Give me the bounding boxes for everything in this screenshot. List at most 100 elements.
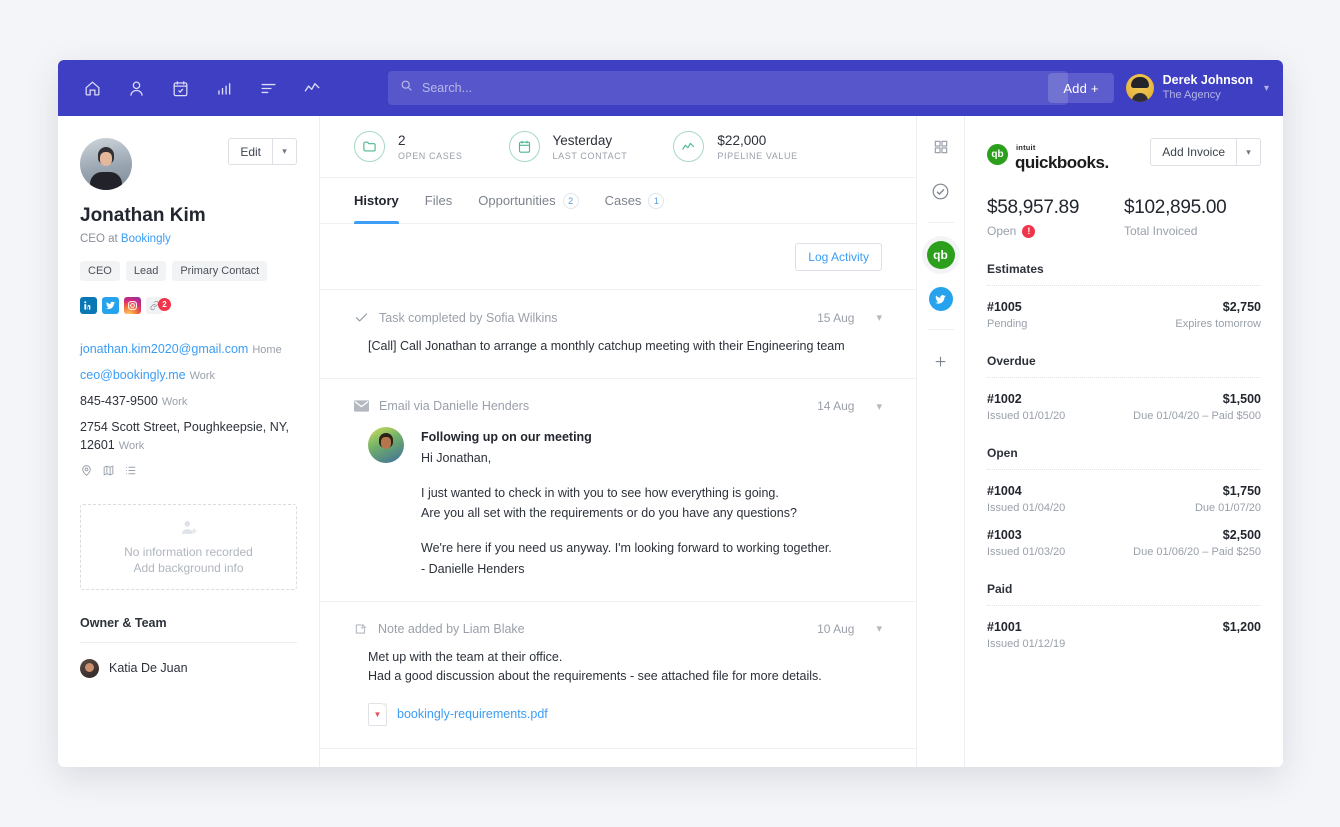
invoice-right: $1,750 Due 01/07/20 [1195, 484, 1261, 514]
invoice-amount: $1,750 [1222, 484, 1261, 498]
map-pin-icon[interactable] [80, 464, 93, 482]
attachment-row[interactable]: ▼ bookingly-requirements.pdf [354, 702, 882, 726]
plus-icon[interactable] [928, 348, 954, 374]
invoice-sub: Issued 01/04/20 [987, 502, 1066, 514]
open-amount: $58,957.89 [987, 197, 1080, 218]
link-icon[interactable]: 2 [146, 297, 171, 314]
crm-window: Add + Derek Johnson The Agency ▾ Edit ▾ [58, 60, 1283, 767]
section-divider [987, 469, 1261, 470]
person-icon[interactable] [120, 72, 152, 104]
linkedin-icon[interactable] [80, 297, 97, 314]
contact-details: jonathan.kim2020@gmail.com Home ceo@booki… [80, 340, 297, 482]
invoice-right: $1,500 Due 01/04/20 – Paid $500 [1133, 392, 1261, 422]
quickbooks-panel: qb intuit quickbooks. Add Invoice ▾ $58,… [965, 116, 1283, 767]
stat-open-cases-value: 2 [398, 132, 406, 148]
section-divider [987, 605, 1261, 606]
address-line-1: 2754 Scott Street, Poughkeepsie, NY, [80, 419, 289, 434]
entry-header: Note added by Liam Blake 10 Aug ▾ [354, 622, 882, 636]
attachment-name[interactable]: bookingly-requirements.pdf [397, 707, 548, 721]
owner-team-title: Owner & Team [80, 615, 167, 630]
timeline-entry-task: Task completed by Sofia Wilkins 15 Aug ▾… [320, 290, 916, 380]
tab-history[interactable]: History [354, 178, 399, 224]
invoice-row[interactable]: #1002 Issued 01/01/20 $1,500 Due 01/04/2… [987, 392, 1261, 422]
chevron-down-icon[interactable]: ▾ [1264, 83, 1269, 94]
empty-state-line-2[interactable]: Add background info [133, 561, 243, 575]
email-work-link[interactable]: ceo@bookingly.me [80, 368, 186, 382]
integration-rail: qb [917, 116, 965, 767]
phone-value[interactable]: 845-437-9500 [80, 394, 158, 408]
email-greeting: Hi Jonathan, [421, 450, 492, 465]
invoice-id: #1001 [987, 620, 1022, 634]
invoice-row[interactable]: #1003 Issued 01/03/20 $2,500 Due 01/06/2… [987, 528, 1261, 558]
quickbooks-totals: $58,957.89 Open ! $102,895.00 Total Invo… [987, 197, 1261, 238]
invoiced-total: $102,895.00 Total Invoiced [1124, 197, 1261, 238]
twitter-icon[interactable] [102, 297, 119, 314]
bar-chart-icon[interactable] [208, 72, 240, 104]
timeline-entry-email: Email via Danielle Henders 14 Aug ▾ Foll… [320, 379, 916, 602]
timeline-entry-call: Call by Danielle Henders 8 Aug ▾ [320, 749, 916, 767]
note-line-2: Had a good discussion about the requirem… [368, 669, 822, 684]
quickbooks-header: qb intuit quickbooks. Add Invoice ▾ [987, 138, 1261, 171]
background-info-empty-state[interactable]: No information recorded Add background i… [80, 503, 297, 590]
add-invoice-button[interactable]: Add Invoice [1150, 138, 1236, 166]
role-prefix: CEO at [80, 233, 121, 245]
twitter-icon[interactable] [928, 287, 953, 311]
tab-files[interactable]: Files [425, 178, 452, 224]
chevron-down-icon[interactable]: ▾ [876, 622, 882, 635]
contact-phone: 845-437-9500 Work [80, 392, 297, 411]
entry-date: 10 Aug [817, 621, 855, 636]
invoice-row[interactable]: #1004 Issued 01/04/20 $1,750 Due 01/07/2… [987, 484, 1261, 514]
owner-row[interactable]: Katia De Juan [80, 658, 297, 678]
sender-avatar [368, 427, 404, 464]
invoice-sub: Issued 01/12/19 [987, 638, 1066, 650]
stats-bar: 2 OPEN CASES Yesterday LAST CONTACT $22,… [320, 116, 916, 178]
user-name: Derek Johnson [1162, 73, 1253, 88]
email-home-link[interactable]: jonathan.kim2020@gmail.com [80, 342, 248, 356]
list-icon[interactable] [252, 72, 284, 104]
instagram-icon[interactable] [124, 297, 141, 314]
trend-icon[interactable] [296, 72, 328, 104]
stat-pipeline-value-value: $22,000 [717, 132, 767, 148]
search-input[interactable] [422, 81, 1056, 95]
nav-right-group: Add + Derek Johnson The Agency ▾ [1048, 73, 1269, 103]
tab-opportunities[interactable]: Opportunities 2 [478, 178, 579, 224]
map-icon[interactable] [102, 464, 115, 482]
invoice-amount: $1,200 [1222, 620, 1261, 634]
edit-chevron-down-icon[interactable]: ▾ [272, 138, 297, 165]
add-invoice-chevron-down-icon[interactable]: ▾ [1236, 138, 1261, 166]
owner-avatar [80, 658, 99, 678]
email-content: Following up on our meeting Hi Jonathan,… [354, 427, 882, 579]
tab-cases[interactable]: Cases 1 [605, 178, 665, 224]
quickbooks-icon[interactable]: qb [926, 241, 955, 269]
email-paragraph-2-line-1: We're here if you need us anyway. I'm lo… [421, 541, 832, 556]
email-work-label: Work [189, 369, 216, 382]
tab-files-label: Files [424, 192, 453, 208]
invoice-right: $2,500 Due 01/06/20 – Paid $250 [1133, 528, 1261, 558]
empty-state-line-1: No information recorded [124, 545, 253, 560]
tag-ceo[interactable]: CEO [80, 261, 120, 281]
invoice-id: #1002 [987, 392, 1022, 406]
tag-lead[interactable]: Lead [125, 261, 167, 281]
home-icon[interactable] [76, 72, 108, 104]
invoice-amount: $2,500 [1222, 528, 1261, 542]
company-link[interactable]: Bookingly [121, 233, 171, 245]
list-icon[interactable] [124, 464, 137, 482]
tag-primary-contact[interactable]: Primary Contact [172, 261, 268, 281]
entry-title: Note added by Liam Blake [378, 621, 525, 636]
contact-avatar [80, 138, 132, 190]
stat-last-contact-label: LAST CONTACT [552, 151, 628, 162]
chevron-down-icon[interactable]: ▾ [876, 400, 882, 413]
invoice-row[interactable]: #1001 Issued 01/12/19 $1,200 [987, 620, 1261, 650]
user-menu[interactable]: Derek Johnson The Agency ▾ [1125, 73, 1269, 102]
check-circle-icon[interactable] [928, 178, 954, 204]
entry-body: [Call] Call Jonathan to arrange a monthl… [368, 339, 845, 353]
email-spacer-2 [421, 523, 832, 538]
grid-icon[interactable] [928, 134, 954, 160]
global-search[interactable] [388, 71, 1068, 105]
chevron-down-icon[interactable]: ▾ [876, 311, 882, 324]
edit-button[interactable]: Edit [228, 138, 272, 165]
calendar-icon[interactable] [164, 72, 196, 104]
section-divider [987, 285, 1261, 286]
log-activity-button[interactable]: Log Activity [795, 242, 882, 271]
invoice-row[interactable]: #1005 Pending $2,750 Expires tomorrow [987, 300, 1261, 330]
